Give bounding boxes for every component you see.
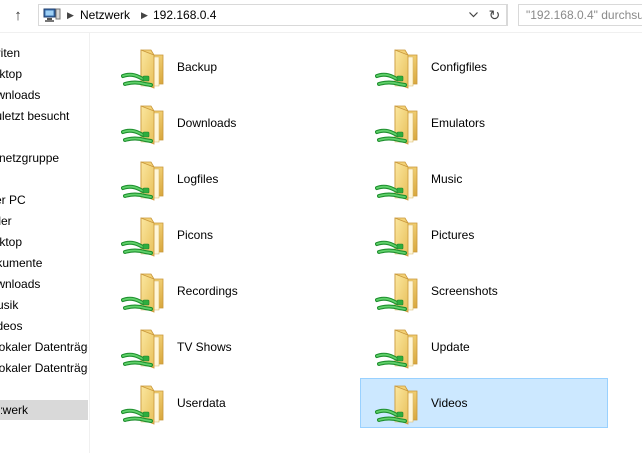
sidebar-item-pc-desktop[interactable]: Desktop xyxy=(0,232,88,252)
sidebar-item-network[interactable]: Netzwerk xyxy=(0,400,88,420)
folder-name: Configfiles xyxy=(431,60,488,74)
sidebar-item-downloads[interactable]: Downloads xyxy=(0,85,88,105)
folder-tile-logfiles[interactable]: Logfiles xyxy=(106,154,354,204)
network-folder-icon xyxy=(121,217,164,257)
folder-name: Music xyxy=(431,172,463,186)
folder-name: Videos xyxy=(431,396,468,410)
network-folder-icon xyxy=(121,49,164,89)
network-folder-icon xyxy=(375,385,418,425)
folder-tile-videos[interactable]: Videos xyxy=(360,378,608,428)
address-history-button[interactable] xyxy=(463,4,483,26)
sidebar-item-desktop[interactable]: Desktop xyxy=(0,64,88,84)
folder-name: Userdata xyxy=(177,396,226,410)
folder-name: Update xyxy=(431,340,470,354)
network-folder-icon xyxy=(121,385,164,425)
folder-tile-update[interactable]: Update xyxy=(360,322,608,372)
network-folder-icon xyxy=(121,273,164,313)
folder-tile-screenshots[interactable]: Screenshots xyxy=(360,266,608,316)
sidebar-item-local-disk-2[interactable]: Lokaler Datenträger xyxy=(0,358,88,378)
folder-tile-music[interactable]: Music xyxy=(360,154,608,204)
network-folder-icon xyxy=(375,49,418,89)
breadcrumb-chevron-icon[interactable]: ▶ xyxy=(67,8,74,23)
folder-name: Logfiles xyxy=(177,172,219,186)
folder-tile-emulators[interactable]: Emulators xyxy=(360,98,608,148)
folder-tile-configfiles[interactable]: Configfiles xyxy=(360,42,608,92)
folder-tile-recordings[interactable]: Recordings xyxy=(106,266,354,316)
folder-tile-pictures[interactable]: Pictures xyxy=(360,210,608,260)
network-folder-icon xyxy=(121,105,164,145)
network-folder-icon xyxy=(375,273,418,313)
folder-name: Recordings xyxy=(177,284,238,298)
folder-name: Emulators xyxy=(431,116,486,130)
sidebar-item-recent[interactable]: Zuletzt besucht xyxy=(0,106,88,126)
refresh-button[interactable]: ↻ xyxy=(483,4,507,26)
sidebar-item-pc-downloads[interactable]: Downloads xyxy=(0,274,88,294)
network-folder-icon xyxy=(375,105,418,145)
address-path[interactable]: ▶ Netzwerk ▶ 192.168.0.4 xyxy=(38,4,508,26)
sidebar-item-local-disk[interactable]: Lokaler Datenträger xyxy=(0,337,88,357)
search-input[interactable]: "192.168.0.4" durchsuchen xyxy=(518,4,642,26)
sidebar-item-this-pc[interactable]: Dieser PC xyxy=(0,190,88,210)
folder-tile-downloads[interactable]: Downloads xyxy=(106,98,354,148)
folder-name: TV Shows xyxy=(177,340,232,354)
folder-name: Picons xyxy=(177,228,214,242)
folder-name: Pictures xyxy=(431,228,475,242)
sidebar-item-favorites[interactable]: Favoriten xyxy=(0,43,88,63)
sidebar-item-pictures[interactable]: Bilder xyxy=(0,211,88,231)
refresh-icon: ↻ xyxy=(488,6,501,23)
network-folder-icon xyxy=(375,217,418,257)
up-arrow-icon[interactable]: ↑ xyxy=(8,4,28,26)
chevron-down-icon xyxy=(468,12,478,18)
folder-name: Downloads xyxy=(177,116,237,130)
network-computer-icon xyxy=(43,8,61,22)
folder-name: Screenshots xyxy=(431,284,498,298)
address-bar: ↑ ▶ Netzwerk ▶ 192.168.0.4 ↻ "192.168.0.… xyxy=(0,0,642,33)
folder-name: Backup xyxy=(177,60,218,74)
breadcrumb-host[interactable]: 192.168.0.4 xyxy=(153,8,216,23)
sidebar-item-music[interactable]: Musik xyxy=(0,295,88,315)
folder-tile-picons[interactable]: Picons xyxy=(106,210,354,260)
folder-tile-userdata[interactable]: Userdata xyxy=(106,378,354,428)
network-folder-icon xyxy=(375,329,418,369)
folder-tile-tv-shows[interactable]: TV Shows xyxy=(106,322,354,372)
sidebar-item-homegroup[interactable]: Heimnetzgruppe xyxy=(0,148,88,168)
folder-view: Backup Configfiles Downloads Emulators L… xyxy=(92,32,642,453)
network-folder-icon xyxy=(375,161,418,201)
breadcrumb-network[interactable]: Netzwerk xyxy=(80,8,130,23)
sidebar-item-videos[interactable]: Videos xyxy=(0,316,88,336)
folder-tile-backup[interactable]: Backup xyxy=(106,42,354,92)
network-folder-icon xyxy=(121,329,164,369)
network-folder-icon xyxy=(121,161,164,201)
sidebar-item-documents[interactable]: Dokumente xyxy=(0,253,88,273)
breadcrumb-chevron-icon[interactable]: ▶ xyxy=(141,8,148,23)
navigation-pane: Favoriten Desktop Downloads Zuletzt besu… xyxy=(0,32,90,453)
